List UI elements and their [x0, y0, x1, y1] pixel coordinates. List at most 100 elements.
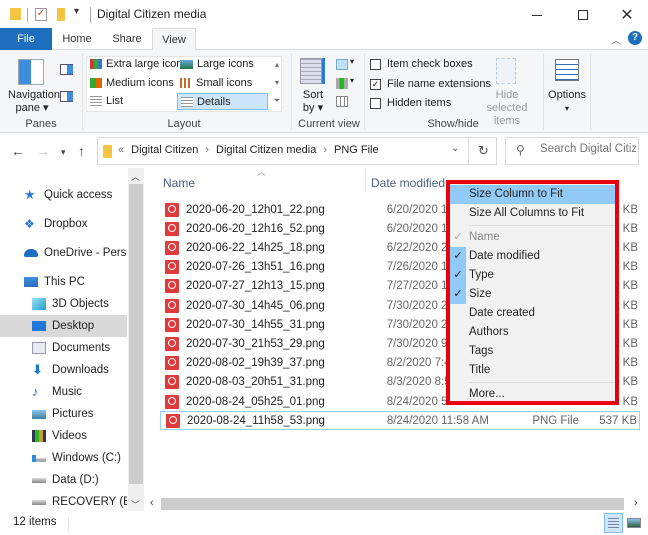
recent-locations-button[interactable]: ▾: [61, 147, 66, 158]
breadcrumb-item[interactable]: Digital Citizen media: [216, 144, 316, 156]
customize-quick-access-icon[interactable]: ▾: [74, 6, 79, 17]
close-button[interactable]: ✕: [604, 0, 648, 30]
address-dropdown-button[interactable]: ⌄: [451, 143, 459, 154]
nav-item-documents[interactable]: Documents: [0, 337, 127, 359]
tab-share[interactable]: Share: [104, 28, 150, 50]
refresh-button[interactable]: ↻: [478, 143, 489, 159]
navigation-pane-button[interactable]: Navigation pane ▾: [8, 89, 60, 115]
layout-extra-large-icons[interactable]: Extra large icons: [90, 58, 188, 70]
nav-item-label: Music: [52, 386, 83, 398]
nav-item-desktop[interactable]: Desktop: [0, 315, 127, 337]
add-columns-dropdown-icon[interactable]: ▾: [350, 76, 354, 85]
group-by-dropdown-icon[interactable]: ▾: [350, 57, 354, 66]
nav-item-label: Desktop: [52, 320, 95, 332]
collapse-ribbon-icon[interactable]: ︿: [611, 32, 621, 47]
up-button[interactable]: ↑: [78, 143, 85, 159]
hidden-items-toggle[interactable]: Hidden items: [370, 97, 451, 109]
layout-large-icons[interactable]: Large icons: [180, 58, 254, 70]
item-check-boxes-toggle[interactable]: Item check boxes: [370, 58, 473, 70]
nav-item-pictures[interactable]: Pictures: [0, 403, 127, 425]
menu-item-date-modified[interactable]: ✓ Date modified: [450, 247, 615, 266]
navigation-pane-label: Navigation: [8, 89, 60, 101]
file-name-extensions-checkbox[interactable]: ✓: [370, 78, 381, 90]
column-divider[interactable]: [365, 170, 366, 192]
menu-item-size-all-columns-to-fit[interactable]: Size All Columns to Fit: [450, 204, 615, 223]
layout-small-icons[interactable]: Small icons: [180, 77, 252, 89]
nav-item-recovery-e[interactable]: RECOVERY (E:): [0, 491, 127, 513]
menu-item-name[interactable]: ✓ Name: [450, 228, 615, 247]
menu-item-more[interactable]: More...: [450, 385, 615, 404]
nav-item-onedrive[interactable]: OneDrive - Person: [0, 242, 127, 264]
column-header-name[interactable]: Name: [163, 176, 195, 190]
scroll-left-icon[interactable]: ‹: [150, 497, 154, 509]
scroll-down-icon[interactable]: ﹀: [131, 498, 140, 511]
breadcrumb: « Digital Citizen › Digital Citizen medi…: [118, 144, 379, 156]
menu-item-size-column-to-fit[interactable]: Size Column to Fit: [450, 185, 615, 204]
menu-item-type[interactable]: ✓ Type: [450, 266, 615, 285]
column-header-date-modified[interactable]: Date modified: [371, 176, 445, 190]
menu-item-label: Size All Columns to Fit: [469, 207, 585, 219]
item-check-boxes-checkbox[interactable]: [370, 58, 381, 70]
hidden-items-checkbox[interactable]: [370, 97, 381, 109]
tab-view[interactable]: View: [152, 28, 196, 51]
options-button[interactable]: Options ▾: [546, 89, 588, 115]
nav-item-data-d[interactable]: Data (D:): [0, 469, 127, 491]
help-icon[interactable]: ?: [628, 31, 642, 45]
nav-item-videos[interactable]: Videos: [0, 425, 127, 447]
nav-item-quick-access[interactable]: ★ Quick access: [0, 184, 127, 206]
add-columns-icon[interactable]: [336, 78, 348, 89]
preview-pane-icon[interactable]: [60, 64, 73, 75]
layout-medium-icons[interactable]: Medium icons: [90, 77, 174, 89]
layout-details[interactable]: Details: [177, 93, 268, 110]
navigation-pane-icon[interactable]: [18, 59, 44, 85]
search-box[interactable]: ⚲: [505, 137, 639, 165]
checkmark-icon: ✓: [453, 231, 463, 243]
breadcrumb-item[interactable]: Digital Citizen: [131, 144, 198, 156]
sort-by-button[interactable]: Sort by ▾: [300, 89, 326, 115]
nav-item-dropbox[interactable]: ❖ Dropbox: [0, 213, 127, 235]
address-bar[interactable]: « Digital Citizen › Digital Citizen medi…: [97, 137, 497, 165]
new-folder-icon[interactable]: [57, 8, 65, 21]
menu-item-authors[interactable]: Authors: [450, 323, 615, 342]
scroll-up-icon[interactable]: ︿: [131, 170, 140, 183]
menu-item-title[interactable]: Title: [450, 361, 615, 380]
chevron-down-icon: ▾: [61, 147, 66, 157]
maximize-button[interactable]: [560, 0, 606, 30]
minimize-button[interactable]: [514, 0, 560, 30]
forward-button[interactable]: →: [36, 143, 50, 159]
scroll-right-icon[interactable]: ›: [634, 497, 638, 509]
menu-item-size[interactable]: ✓ Size: [450, 285, 615, 304]
properties-icon[interactable]: ✓: [35, 8, 47, 21]
chevron-right-icon[interactable]: ›: [205, 144, 209, 156]
layout-list[interactable]: List: [90, 95, 123, 107]
menu-item-tags[interactable]: Tags: [450, 342, 615, 361]
chevron-right-icon[interactable]: ›: [323, 144, 327, 156]
details-view-button[interactable]: [604, 513, 623, 533]
menu-item-date-created[interactable]: Date created: [450, 304, 615, 323]
nav-pane-scrollbar[interactable]: ︿ ﹀: [128, 168, 144, 511]
nav-item-this-pc[interactable]: This PC: [0, 271, 127, 293]
nav-item-windows-c[interactable]: Windows (C:): [0, 447, 127, 469]
back-button[interactable]: ←: [11, 143, 25, 159]
search-input[interactable]: [540, 143, 636, 155]
nav-item-label: Videos: [52, 430, 87, 442]
large-icons-view-button[interactable]: [627, 518, 641, 528]
tab-home[interactable]: Home: [55, 28, 99, 50]
file-name-extensions-toggle[interactable]: ✓ File name extensions: [370, 78, 491, 90]
layout-item-label: Small icons: [196, 77, 253, 89]
layout-gallery-scroll[interactable]: ▴ ▾ ⏷: [272, 56, 282, 112]
breadcrumb-overflow[interactable]: «: [118, 144, 124, 156]
scrollbar-thumb[interactable]: [161, 498, 624, 510]
tab-file[interactable]: File: [0, 28, 52, 50]
scrollbar-thumb[interactable]: [129, 184, 143, 484]
file-row[interactable]: 2020-08-24_11h58_53.png 8/24/2020 11:58 A…: [160, 411, 640, 431]
size-columns-icon[interactable]: [336, 96, 348, 107]
nav-item-3d-objects[interactable]: 3D Objects: [0, 293, 127, 315]
breadcrumb-item[interactable]: PNG File: [334, 144, 379, 156]
nav-item-downloads[interactable]: ⬇ Downloads: [0, 359, 127, 381]
panes-group-label: Panes: [25, 118, 57, 130]
details-pane-icon[interactable]: [60, 91, 73, 102]
group-by-icon[interactable]: [336, 59, 348, 70]
horizontal-scrollbar[interactable]: ‹ ›: [148, 497, 644, 511]
nav-item-music[interactable]: ♪ Music: [0, 381, 127, 403]
